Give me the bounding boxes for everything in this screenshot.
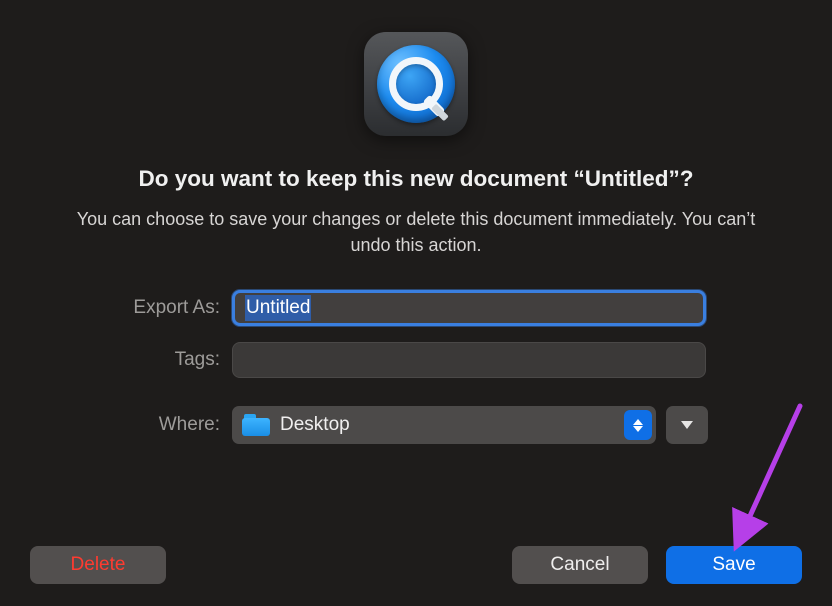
dialog-title: Do you want to keep this new document “U… [108, 166, 723, 192]
expand-save-panel-button[interactable] [666, 406, 708, 444]
quicktime-app-icon [364, 32, 468, 136]
button-bar: Delete Cancel Save [0, 546, 832, 584]
tags-label: Tags: [0, 349, 232, 371]
export-as-value: Untitled [245, 295, 311, 321]
where-popup[interactable]: Desktop [232, 406, 656, 444]
export-as-field[interactable]: Untitled [232, 290, 706, 326]
cancel-button[interactable]: Cancel [512, 546, 648, 584]
where-row: Where: Desktop [0, 406, 832, 444]
tags-row: Tags: [0, 342, 832, 378]
where-label: Where: [0, 414, 232, 436]
tags-input[interactable] [243, 349, 695, 371]
save-button[interactable]: Save [666, 546, 802, 584]
save-sheet: Do you want to keep this new document “U… [0, 0, 832, 606]
chevron-down-icon [681, 421, 693, 429]
updown-stepper-icon [624, 410, 652, 440]
export-as-label: Export As: [0, 297, 232, 319]
dialog-subtitle: You can choose to save your changes or d… [0, 206, 832, 258]
where-value: Desktop [280, 414, 624, 436]
folder-icon [242, 414, 270, 436]
delete-button[interactable]: Delete [30, 546, 166, 584]
tags-field[interactable] [232, 342, 706, 378]
export-as-row: Export As: Untitled [0, 290, 832, 326]
save-form: Export As: Untitled Tags: Where: [0, 290, 832, 460]
